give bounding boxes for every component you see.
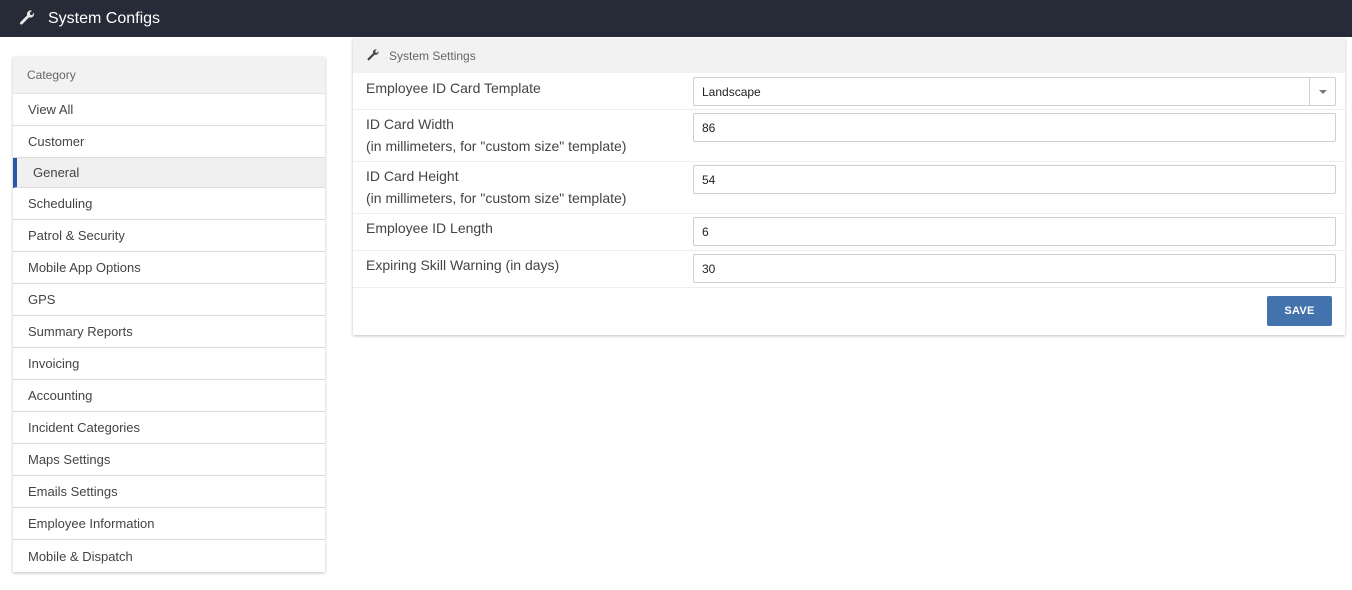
setting-row-expiring-skill-warning: Expiring Skill Warning (in days) 30 — [353, 251, 1345, 288]
top-bar: System Configs — [0, 0, 1352, 37]
sidebar-item-customer[interactable]: Customer — [13, 126, 325, 158]
chevron-down-icon[interactable] — [1309, 78, 1335, 105]
setting-row-employee-id-length: Employee ID Length 6 — [353, 214, 1345, 251]
system-settings-panel: System Settings Employee ID Card Templat… — [353, 39, 1345, 335]
sidebar-item-invoicing[interactable]: Invoicing — [13, 348, 325, 380]
panel-title: System Settings — [389, 49, 476, 63]
setting-sublabel: (in millimeters, for "custom size" templ… — [366, 190, 627, 206]
panel-header: System Settings — [353, 39, 1345, 73]
setting-row-id-card-template: Employee ID Card Template Landscape — [353, 73, 1345, 110]
id-card-template-select[interactable]: Landscape — [693, 77, 1336, 106]
sidebar-item-mobile-app-options[interactable]: Mobile App Options — [13, 252, 325, 284]
sidebar-item-maps-settings[interactable]: Maps Settings — [13, 444, 325, 476]
sidebar-item-summary-reports[interactable]: Summary Reports — [13, 316, 325, 348]
sidebar-item-scheduling[interactable]: Scheduling — [13, 188, 325, 220]
sidebar-item-gps[interactable]: GPS — [13, 284, 325, 316]
sidebar-item-emails-settings[interactable]: Emails Settings — [13, 476, 325, 508]
setting-label: Employee ID Card Template — [366, 80, 541, 96]
sidebar-item-mobile-dispatch[interactable]: Mobile & Dispatch — [13, 540, 325, 572]
wrench-icon — [366, 49, 380, 63]
sidebar-item-incident-categories[interactable]: Incident Categories — [13, 412, 325, 444]
sidebar-item-employee-information[interactable]: Employee Information — [13, 508, 325, 540]
expiring-skill-warning-input[interactable]: 30 — [693, 254, 1336, 283]
sidebar-item-view-all[interactable]: View All — [13, 94, 325, 126]
setting-row-id-card-width: ID Card Width (in millimeters, for "cust… — [353, 110, 1345, 162]
sidebar-item-general[interactable]: General — [13, 158, 325, 188]
setting-row-id-card-height: ID Card Height (in millimeters, for "cus… — [353, 162, 1345, 214]
id-card-width-input[interactable]: 86 — [693, 113, 1336, 142]
sidebar-item-accounting[interactable]: Accounting — [13, 380, 325, 412]
selected-value: Landscape — [702, 84, 761, 99]
category-sidebar: Category View All Customer General Sched… — [13, 57, 325, 572]
wrench-icon — [18, 9, 36, 28]
id-card-height-input[interactable]: 54 — [693, 165, 1336, 194]
save-button[interactable]: SAVE — [1267, 296, 1332, 326]
setting-label: ID Card Height — [366, 168, 459, 184]
setting-label: Expiring Skill Warning (in days) — [366, 257, 560, 273]
setting-sublabel: (in millimeters, for "custom size" templ… — [366, 138, 627, 154]
setting-label: ID Card Width — [366, 116, 454, 132]
page-title: System Configs — [48, 9, 161, 27]
employee-id-length-input[interactable]: 6 — [693, 217, 1336, 246]
setting-label: Employee ID Length — [366, 220, 493, 236]
sidebar-heading: Category — [13, 57, 325, 94]
sidebar-item-patrol-security[interactable]: Patrol & Security — [13, 220, 325, 252]
